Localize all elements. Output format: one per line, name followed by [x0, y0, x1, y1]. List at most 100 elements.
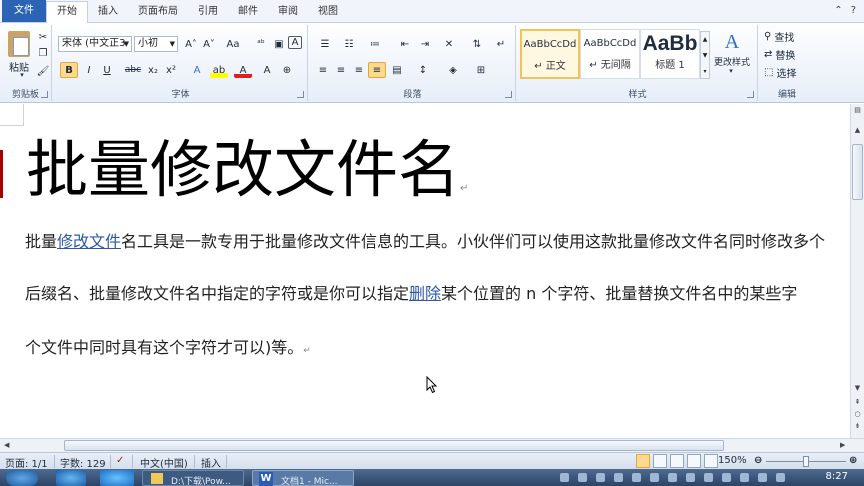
tray-icon[interactable]	[650, 473, 659, 482]
tray-icon[interactable]	[560, 473, 569, 482]
tray-icon[interactable]	[668, 473, 677, 482]
tray-icon[interactable]	[686, 473, 695, 482]
tab-insert[interactable]: 插入	[88, 2, 128, 22]
borders-icon[interactable]: ⊞	[472, 62, 490, 78]
align-center-icon[interactable]: ≡	[332, 62, 350, 78]
align-right-icon[interactable]: ≡	[350, 62, 368, 78]
paste-dropdown-icon[interactable]: ▾	[12, 71, 32, 79]
chinese-layout-icon[interactable]: ✕	[440, 36, 458, 52]
paragraph-dialog-launcher-icon[interactable]	[505, 91, 512, 98]
style-normal[interactable]: AaBbCcDd ↵ 正文	[520, 29, 580, 79]
tray-icon[interactable]	[614, 473, 623, 482]
align-left-icon[interactable]: ≡	[314, 62, 332, 78]
tray-icon[interactable]	[632, 473, 641, 482]
font-size-combo[interactable]: 小初 ▼	[134, 36, 178, 52]
outline-view-icon[interactable]	[687, 454, 701, 468]
minimize-ribbon-icon[interactable]: ⌃	[834, 5, 842, 16]
font-color-button[interactable]: A	[234, 62, 252, 78]
tab-references[interactable]: 引用	[188, 2, 228, 22]
taskbar-word-button[interactable]: W 文档1 - Mic...	[252, 470, 354, 486]
cut-icon[interactable]: ✂	[36, 31, 50, 43]
language-indicator[interactable]: 中文(中国)	[140, 455, 188, 470]
print-layout-view-icon[interactable]	[636, 454, 650, 468]
subscript-button[interactable]: x₂	[144, 62, 162, 78]
underline-button[interactable]: U	[98, 62, 116, 78]
horizontal-scrollbar[interactable]: ◀ ▶	[0, 438, 864, 452]
text-effects-icon[interactable]: A	[188, 62, 206, 78]
document-title[interactable]: 批量修改文件名↵	[26, 132, 468, 227]
document-link[interactable]: 删除	[409, 284, 441, 303]
tab-mailings[interactable]: 邮件	[228, 2, 268, 22]
zoom-in-icon[interactable]: ⊕	[849, 455, 857, 466]
increase-indent-icon[interactable]: ⇥	[416, 36, 434, 52]
tray-icon[interactable]	[596, 473, 605, 482]
highlight-button[interactable]: ab	[210, 62, 228, 78]
styles-gallery-scroll[interactable]: ▲ ▼ ▾	[700, 31, 710, 79]
full-screen-view-icon[interactable]	[653, 454, 667, 468]
clipboard-dialog-launcher-icon[interactable]	[41, 91, 48, 98]
format-painter-icon[interactable]: 🖌	[36, 65, 50, 77]
shrink-font-button[interactable]: A˅	[200, 36, 218, 52]
tab-review[interactable]: 审阅	[268, 2, 308, 22]
tab-file[interactable]: 文件	[2, 0, 46, 22]
scroll-right-icon[interactable]: ▶	[840, 439, 845, 452]
grow-font-button[interactable]: A˄	[182, 36, 200, 52]
distributed-icon[interactable]: ▤	[388, 62, 406, 78]
taskbar-clock[interactable]: 8:27	[826, 471, 848, 482]
document-area[interactable]: 批量修改文件名↵ 批量修改文件名工具是一款专用于批量修改文件信息的工具。小伙伴们…	[0, 104, 850, 438]
clear-format-button[interactable]: A	[288, 36, 302, 49]
browse-object-icon[interactable]: ○	[851, 410, 864, 418]
tab-view[interactable]: 视图	[308, 2, 348, 22]
document-line-1[interactable]: 批量修改文件名工具是一款专用于批量修改文件信息的工具。小伙伴们可以使用这款批量修…	[25, 228, 825, 252]
decrease-indent-icon[interactable]: ⇤	[396, 36, 414, 52]
help-icon[interactable]: ?	[851, 5, 856, 16]
vertical-scroll-thumb[interactable]	[852, 144, 863, 200]
page-count[interactable]: 页面: 1/1	[5, 455, 48, 470]
line-spacing-icon[interactable]: ↕	[414, 62, 432, 78]
font-dialog-launcher-icon[interactable]	[297, 91, 304, 98]
sort-icon[interactable]: ⇅	[468, 36, 486, 52]
select-button[interactable]: ⬚ 选择	[764, 65, 812, 80]
tray-icon[interactable]	[578, 473, 587, 482]
tray-icon[interactable]	[722, 473, 731, 482]
tab-home[interactable]: 开始	[46, 1, 88, 23]
enclose-char-icon[interactable]: ⊕	[278, 62, 296, 78]
draft-view-icon[interactable]	[704, 454, 718, 468]
show-marks-icon[interactable]: ↵	[492, 36, 510, 52]
justify-icon[interactable]: ≡	[368, 62, 386, 78]
italic-button[interactable]: I	[80, 62, 98, 78]
word-count[interactable]: 字数: 129	[60, 455, 106, 470]
style-no-spacing[interactable]: AaBbCcDd ↵ 无间隔	[580, 29, 640, 79]
document-line-3[interactable]: 个文件中同时具有这个字符才可以)等。↵	[25, 334, 311, 358]
tray-icon[interactable]	[704, 473, 713, 482]
char-border-icon[interactable]: ▣	[270, 36, 288, 52]
bullets-icon[interactable]: ☰	[316, 36, 334, 52]
zoom-out-icon[interactable]: ⊖	[754, 455, 762, 466]
change-styles-icon[interactable]: A	[714, 31, 750, 53]
copy-icon[interactable]: ❐	[36, 47, 50, 59]
ruler-toggle-icon[interactable]: ▤	[851, 106, 864, 114]
tab-page-layout[interactable]: 页面布局	[128, 2, 188, 22]
shading-icon[interactable]: ◈	[444, 62, 462, 78]
superscript-button[interactable]: x²	[162, 62, 180, 78]
browser-icon[interactable]	[100, 470, 134, 486]
scroll-up-icon[interactable]: ▲	[851, 126, 864, 134]
document-line-2[interactable]: 后缀名、批量修改文件名中指定的字符或是你可以指定删除某个位置的 n 个字符、批量…	[25, 280, 797, 304]
phonetic-guide-icon[interactable]: ᵃᵇ	[252, 36, 270, 52]
insert-mode[interactable]: 插入	[201, 455, 221, 470]
ie-icon[interactable]	[56, 470, 86, 486]
horizontal-scroll-thumb[interactable]	[64, 440, 724, 451]
document-link[interactable]: 修改文件	[57, 232, 121, 251]
char-shading-icon[interactable]: A	[258, 62, 276, 78]
numbering-icon[interactable]: ☷	[340, 36, 358, 52]
scroll-left-icon[interactable]: ◀	[4, 439, 9, 452]
next-page-icon[interactable]: ⇟	[851, 422, 864, 430]
previous-page-icon[interactable]: ⇞	[851, 398, 864, 406]
zoom-level[interactable]: 150%	[718, 455, 747, 466]
strikethrough-button[interactable]: abc	[124, 62, 142, 78]
tray-icon[interactable]	[758, 473, 767, 482]
tray-icon[interactable]	[740, 473, 749, 482]
proofing-icon[interactable]: ✓	[116, 455, 124, 466]
bold-button[interactable]: B	[60, 62, 78, 78]
change-case-button[interactable]: Aa	[222, 36, 244, 52]
